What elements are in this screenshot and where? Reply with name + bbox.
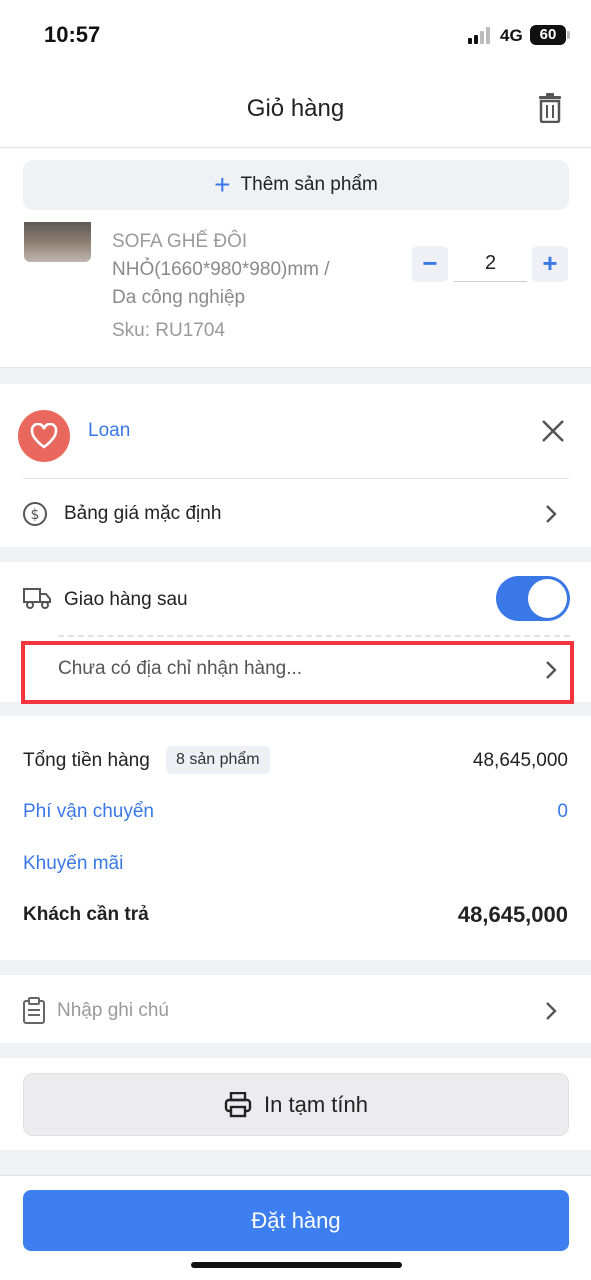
chevron-right-icon[interactable] (544, 659, 558, 681)
divider (23, 478, 569, 479)
quantity-input[interactable]: 2 (454, 248, 527, 282)
customer-name[interactable]: Loan (88, 420, 130, 442)
increase-quantity-button[interactable]: + (532, 246, 568, 282)
place-order-button[interactable]: Đặt hàng (23, 1190, 569, 1251)
delivery-label: Giao hàng sau (64, 589, 188, 610)
product-sku: Sku: RU1704 (112, 320, 226, 341)
svg-text:$: $ (31, 507, 40, 523)
dollar-circle-icon: $ (23, 502, 47, 526)
cart-item: SOFA GHẾ ĐÔI NHỎ(1660*980*980)mm / Da cô… (0, 222, 591, 368)
address-placeholder[interactable]: Chưa có địa chỉ nhận hàng... (58, 658, 302, 680)
print-estimate-button[interactable]: In tạm tính (23, 1073, 569, 1136)
heart-icon (30, 423, 58, 449)
avatar (18, 410, 70, 462)
page-title: Giỏ hàng (246, 95, 345, 122)
add-product-label: Thêm sản phẩm (240, 174, 378, 195)
printer-icon (224, 1091, 252, 1117)
add-product-button[interactable]: + Thêm sản phẩm (23, 160, 569, 210)
chevron-right-icon[interactable] (544, 503, 558, 525)
note-input[interactable]: Nhập ghi chú (57, 1000, 169, 1022)
print-estimate-label: In tạm tính (264, 1091, 368, 1117)
battery-icon: 60 (530, 25, 570, 45)
shipping-fee-label[interactable]: Phí vận chuyển (23, 801, 154, 823)
home-indicator (191, 1262, 402, 1268)
chevron-right-icon[interactable] (544, 1000, 558, 1022)
deliver-later-toggle[interactable] (496, 576, 570, 621)
signal-icon (468, 27, 494, 44)
subtotal-value: 48,645,000 (472, 750, 568, 771)
amount-due-value: 48,645,000 (457, 902, 568, 927)
product-name-line1: SOFA GHẾ ĐÔI (112, 231, 248, 252)
close-icon[interactable] (540, 418, 566, 444)
truck-icon (23, 588, 51, 609)
plus-icon: + (214, 169, 231, 200)
price-list-label[interactable]: Bảng giá mặc định (64, 503, 221, 525)
trash-icon[interactable] (536, 93, 564, 123)
promotion-link[interactable]: Khuyến mãi (23, 853, 123, 875)
amount-due-label: Khách cần trả (23, 904, 149, 925)
shipping-fee-value[interactable]: 0 (557, 801, 568, 823)
product-thumbnail[interactable] (24, 222, 91, 262)
dashed-divider (58, 635, 570, 637)
status-time: 10:57 (44, 22, 101, 47)
clipboard-icon (23, 997, 45, 1024)
product-name-line3: Da công nghiệp (112, 287, 246, 308)
network-type: 4G (500, 26, 523, 45)
product-name-line2: NHỎ(1660*980*980)mm / (112, 259, 330, 280)
decrease-quantity-button[interactable]: − (412, 246, 448, 282)
item-count-badge: 8 sản phẩm (166, 746, 270, 774)
subtotal-label: Tổng tiền hàng (23, 750, 150, 771)
